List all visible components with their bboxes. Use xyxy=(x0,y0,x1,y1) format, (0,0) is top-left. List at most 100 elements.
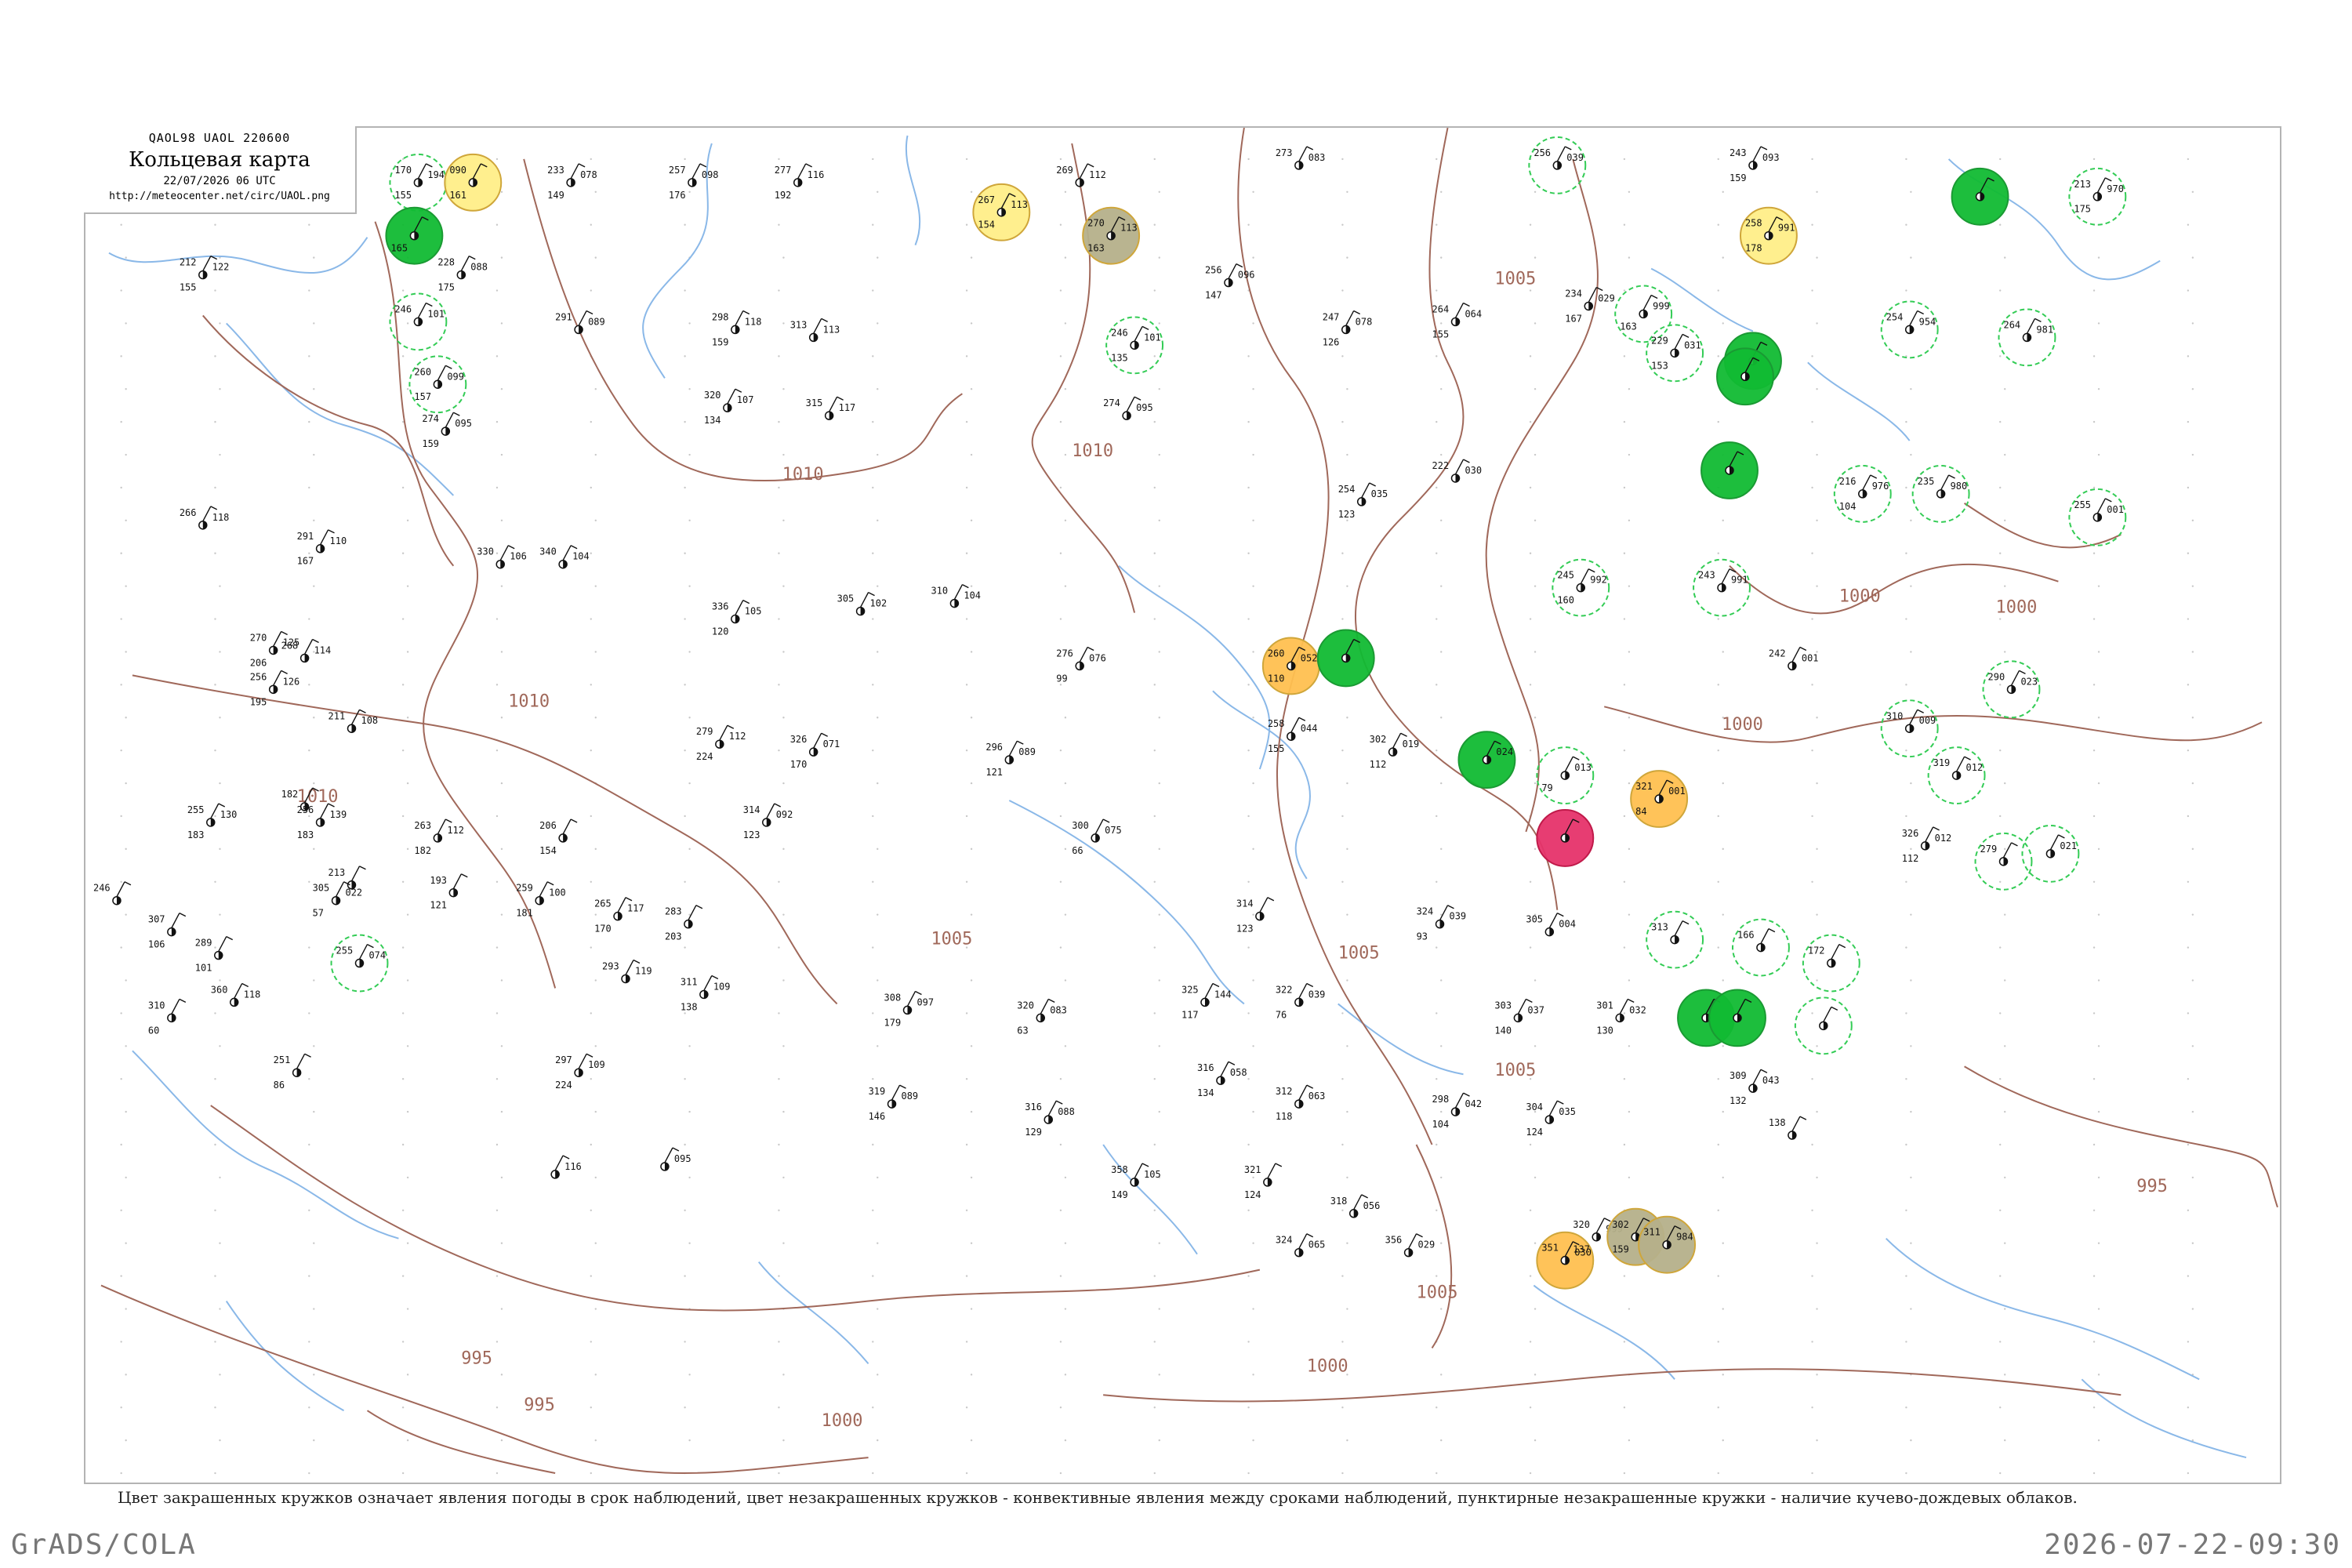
wind-barb-tick xyxy=(1650,294,1658,299)
station-temperature: 316 xyxy=(1197,1062,1214,1073)
wind-barb-tick xyxy=(1275,1163,1283,1167)
wind-barb xyxy=(727,388,736,405)
isobar-line xyxy=(1485,158,1599,833)
wind-barb-tick xyxy=(2034,318,2042,323)
station-model: 276 076 99 xyxy=(1056,646,1106,684)
station-visibility: 182 xyxy=(414,845,431,856)
station-temperature: 302 xyxy=(1370,734,1387,745)
station-temperature: 254 xyxy=(1338,484,1356,495)
isobar-label: 995 xyxy=(461,1348,492,1368)
station-pressure: 116 xyxy=(808,169,825,180)
grid-dots xyxy=(120,158,2194,1475)
station-visibility: 206 xyxy=(250,657,267,668)
station-pressure: 074 xyxy=(368,950,386,961)
wind-barb xyxy=(578,1053,587,1069)
wind-barb xyxy=(906,991,916,1007)
wind-barb-tick xyxy=(742,599,750,604)
station-model: 024 xyxy=(1457,731,1516,789)
station-model: 242 001 xyxy=(1769,646,1819,671)
station-pressure: 039 xyxy=(1308,989,1326,1000)
wind-barb-tick xyxy=(562,1155,570,1160)
wind-barb-tick xyxy=(1588,568,1595,573)
wind-barb xyxy=(1079,163,1088,180)
wind-barb xyxy=(1228,263,1237,279)
wind-barb-tick xyxy=(672,1147,680,1152)
station-temperature: 314 xyxy=(743,804,760,815)
station-temperature: 291 xyxy=(297,531,314,542)
wind-barb xyxy=(562,818,572,835)
wind-barb xyxy=(562,545,572,561)
station-temperature: 246 xyxy=(394,303,412,314)
wind-barb xyxy=(296,1053,306,1069)
map-canvas[interactable]: 1010101010101010100510051005100510051000… xyxy=(85,128,2280,1483)
station-model: 268 114 xyxy=(281,638,331,663)
wind-barb xyxy=(1556,146,1566,162)
station-temperature: 305 xyxy=(837,593,855,604)
wind-barb-tick xyxy=(2105,498,2112,503)
wind-barb xyxy=(273,631,282,647)
station-model: 325 144 117 xyxy=(1181,982,1232,1020)
wind-barb xyxy=(1548,913,1558,928)
wind-barb-tick xyxy=(2019,670,2026,675)
station-visibility: 60 xyxy=(148,1025,159,1036)
isobar-label: 995 xyxy=(2136,1177,2168,1196)
station-visibility: 134 xyxy=(704,415,721,426)
station-visibility: 104 xyxy=(1839,501,1857,512)
station-model: 095 xyxy=(660,1147,691,1171)
station-temperature: 274 xyxy=(422,413,439,424)
station-pressure: 023 xyxy=(2020,676,2038,687)
station-model: 307 106 xyxy=(148,913,187,950)
station-temperature: 259 xyxy=(516,883,533,894)
station-model: 216 976 104 xyxy=(1833,465,1892,523)
wind-barb xyxy=(417,303,426,318)
station-visibility: 126 xyxy=(1323,336,1340,347)
station-visibility: 163 xyxy=(1087,243,1105,254)
station-pressure: 029 xyxy=(1418,1240,1436,1250)
station-temperature: 234 xyxy=(1565,289,1582,299)
wind-barb xyxy=(1353,1194,1363,1210)
station-temperature: 255 xyxy=(2074,499,2091,510)
station-pressure: 991 xyxy=(1778,223,1795,234)
station-temperature: 256 xyxy=(1534,147,1551,158)
isobar-label: 1005 xyxy=(1494,1061,1536,1080)
map-url[interactable]: http://meteocenter.net/circ/UAOL.png xyxy=(84,191,355,202)
station-model: 309 043 132 xyxy=(1730,1069,1780,1106)
station-model: 090 161 xyxy=(444,153,503,212)
wind-barb-tick xyxy=(1087,163,1094,168)
station-temperature: 322 xyxy=(1276,984,1293,995)
station-pressure: 112 xyxy=(447,825,464,836)
station-pressure: 056 xyxy=(1363,1200,1381,1211)
wind-barb-tick xyxy=(281,630,288,636)
wind-barb-tick xyxy=(1306,1233,1314,1238)
station-temperature: 330 xyxy=(477,546,494,557)
wind-barb-tick xyxy=(210,506,218,510)
station-pressure: 078 xyxy=(1356,316,1373,327)
station-model: 318 056 xyxy=(1330,1194,1381,1218)
wind-barb-tick xyxy=(1564,146,1572,151)
wind-barb-tick xyxy=(1682,333,1690,339)
wind-barb xyxy=(2096,177,2106,194)
station-visibility: 155 xyxy=(1432,328,1450,339)
station-temperature: 321 xyxy=(1635,781,1653,792)
station-model: 255 130 183 xyxy=(187,803,237,840)
station-model: 311 984 xyxy=(1638,1215,1697,1274)
station-temperature: 312 xyxy=(1276,1086,1293,1097)
wind-barb-tick xyxy=(179,913,187,917)
wind-barb xyxy=(891,1084,901,1101)
wind-barb xyxy=(554,1155,564,1171)
isobar-label: 1010 xyxy=(508,691,550,711)
wind-barb xyxy=(303,639,314,655)
wind-barb xyxy=(1040,999,1049,1014)
wind-barb-tick xyxy=(453,412,460,416)
wind-barb-tick xyxy=(1087,646,1094,652)
map-legend-note: Цвет закрашенных кружков означает явлени… xyxy=(118,1488,2078,1507)
station-temperature: 300 xyxy=(1072,820,1089,831)
wind-barb-tick xyxy=(1267,897,1275,902)
station-model: 269 112 xyxy=(1056,163,1106,187)
wind-barb-tick xyxy=(2058,834,2065,839)
station-pressure: 117 xyxy=(627,903,644,914)
wind-barb xyxy=(2002,842,2013,858)
wind-barb xyxy=(1791,647,1801,662)
station-model: 351 030 xyxy=(1536,1231,1595,1290)
map-frame[interactable]: 1010 1010 1010 1010 1005 1005 1005 1005 1005 1000… xyxy=(84,126,2281,1484)
